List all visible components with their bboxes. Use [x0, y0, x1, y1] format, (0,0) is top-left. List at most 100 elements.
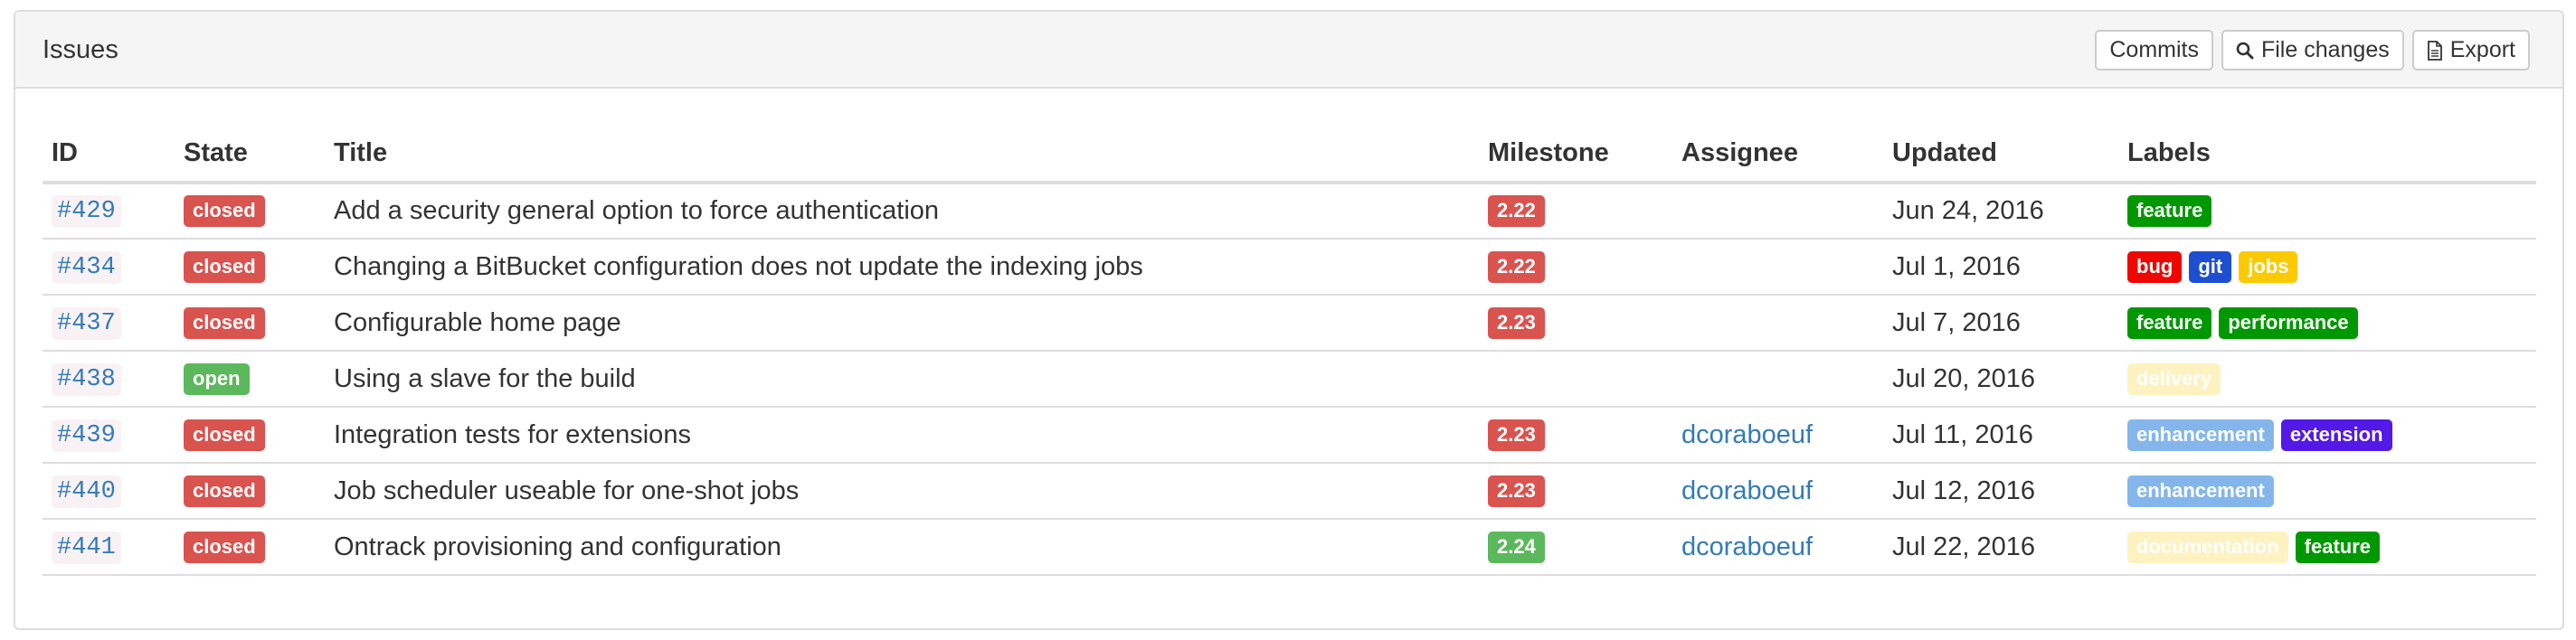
- updated-date: Jul 1, 2016: [1883, 239, 2118, 296]
- issue-label: git: [2189, 250, 2232, 283]
- cell-labels: delivery: [2118, 351, 2536, 408]
- column-header-milestone: Milestone: [1479, 125, 1672, 184]
- cell-assignee: [1672, 351, 1883, 408]
- cell-id: #441: [43, 519, 175, 576]
- table-row: #438 open Using a slave for the build Jul 2…: [43, 351, 2536, 408]
- cell-milestone: 2.23: [1479, 407, 1672, 464]
- issue-label: feature: [2127, 195, 2212, 227]
- commits-button-label: Commits: [2109, 37, 2199, 62]
- assignee-link[interactable]: dcoraboeuf: [1681, 420, 1813, 449]
- state-badge: closed: [184, 475, 265, 507]
- column-header-updated: Updated: [1883, 125, 2118, 184]
- updated-date: Jul 12, 2016: [1883, 463, 2118, 520]
- issues-panel: Issues Commits File changes Export ID St…: [14, 10, 2564, 630]
- cell-labels: enhancement extension: [2118, 407, 2536, 464]
- cell-state: closed: [175, 295, 325, 352]
- milestone-badge: 2.23: [1488, 306, 1545, 339]
- issue-label: delivery: [2127, 362, 2221, 395]
- updated-date: Jul 20, 2016: [1883, 351, 2118, 408]
- export-button[interactable]: Export: [2411, 30, 2530, 71]
- export-button-label: Export: [2449, 37, 2515, 62]
- cell-id: #437: [43, 295, 175, 352]
- state-badge: closed: [184, 531, 265, 563]
- cell-milestone: 2.23: [1479, 463, 1672, 520]
- issue-title: Add a security general option to force a…: [325, 183, 1479, 240]
- cell-assignee: [1672, 239, 1883, 296]
- updated-date: Jul 7, 2016: [1883, 295, 2118, 352]
- issue-id-link[interactable]: #437: [52, 306, 121, 340]
- state-badge: closed: [184, 419, 265, 451]
- issue-title: Ontrack provisioning and configuration: [325, 519, 1479, 576]
- issue-title: Configurable home page: [325, 295, 1479, 352]
- table-row: #429 closed Add a security general option …: [43, 183, 2536, 240]
- issue-id-link[interactable]: #429: [52, 195, 121, 228]
- milestone-badge: 2.23: [1488, 475, 1545, 507]
- document-icon: [2427, 40, 2443, 61]
- issue-title: Changing a BitBucket configuration does …: [325, 239, 1479, 296]
- cell-state: closed: [175, 239, 325, 296]
- cell-assignee: dcoraboeuf: [1672, 463, 1883, 520]
- cell-id: #440: [43, 463, 175, 520]
- panel-heading: Issues Commits File changes Export: [15, 12, 2562, 89]
- milestone-badge: 2.24: [1488, 531, 1545, 563]
- table-header-row: ID State Title Milestone Assignee Update…: [43, 125, 2536, 184]
- issue-label: bug: [2127, 250, 2183, 283]
- issue-label: performance: [2219, 306, 2358, 339]
- issue-label: feature: [2127, 306, 2212, 339]
- cell-id: #439: [43, 407, 175, 464]
- cell-labels: bug git jobs: [2118, 239, 2536, 296]
- milestone-badge: 2.22: [1488, 195, 1545, 227]
- table-row: #441 closed Ontrack provisioning and confi…: [43, 519, 2536, 576]
- milestone-badge: 2.22: [1488, 250, 1545, 283]
- issue-id-link[interactable]: #440: [52, 475, 121, 508]
- assignee-link[interactable]: dcoraboeuf: [1681, 476, 1813, 505]
- file-changes-button-label: File changes: [2260, 37, 2390, 62]
- updated-date: Jul 22, 2016: [1883, 519, 2118, 576]
- cell-milestone: 2.22: [1479, 239, 1672, 296]
- column-header-state: State: [175, 125, 325, 184]
- cell-id: #429: [43, 183, 175, 240]
- column-header-id: ID: [43, 125, 175, 184]
- issue-id-link[interactable]: #441: [52, 531, 121, 564]
- milestone-badge: 2.23: [1488, 419, 1545, 451]
- issue-label: documentation: [2127, 531, 2288, 563]
- cell-milestone: 2.22: [1479, 183, 1672, 240]
- column-header-labels: Labels: [2118, 125, 2536, 184]
- issue-id-link[interactable]: #439: [52, 419, 121, 452]
- updated-date: Jul 11, 2016: [1883, 407, 2118, 464]
- file-changes-button[interactable]: File changes: [2221, 30, 2404, 71]
- cell-id: #438: [43, 351, 175, 408]
- issue-id-link[interactable]: #434: [52, 250, 121, 284]
- issue-id-link[interactable]: #438: [52, 362, 121, 396]
- issues-table-wrap: ID State Title Milestone Assignee Update…: [43, 125, 2536, 576]
- issue-label: feature: [2295, 531, 2381, 563]
- issues-table-body: #429 closed Add a security general option …: [43, 183, 2536, 576]
- toolbar: Commits File changes Export: [2095, 30, 2530, 71]
- issue-title: Integration tests for extensions: [325, 407, 1479, 464]
- cell-labels: documentation feature: [2118, 519, 2536, 576]
- issue-title: Job scheduler useable for one-shot jobs: [325, 463, 1479, 520]
- issues-table: ID State Title Milestone Assignee Update…: [43, 125, 2536, 576]
- cell-id: #434: [43, 239, 175, 296]
- state-badge: closed: [184, 250, 265, 283]
- cell-labels: feature performance: [2118, 295, 2536, 352]
- column-header-title: Title: [325, 125, 1479, 184]
- state-badge: closed: [184, 306, 265, 339]
- cell-assignee: dcoraboeuf: [1672, 519, 1883, 576]
- assignee-link[interactable]: dcoraboeuf: [1681, 532, 1813, 561]
- table-row: #439 closed Integration tests for extensio…: [43, 407, 2536, 464]
- updated-date: Jun 24, 2016: [1883, 183, 2118, 240]
- cell-assignee: [1672, 295, 1883, 352]
- issue-label: enhancement: [2127, 475, 2274, 507]
- cell-milestone: 2.24: [1479, 519, 1672, 576]
- cell-assignee: [1672, 183, 1883, 240]
- table-row: #440 closed Job scheduler useable for one-…: [43, 463, 2536, 520]
- issue-label: extension: [2280, 419, 2392, 451]
- cell-state: closed: [175, 463, 325, 520]
- commits-button[interactable]: Commits: [2095, 30, 2213, 71]
- state-badge: closed: [184, 195, 265, 227]
- cell-state: open: [175, 351, 325, 408]
- cell-state: closed: [175, 519, 325, 576]
- cell-labels: feature: [2118, 183, 2536, 240]
- issue-title: Using a slave for the build: [325, 351, 1479, 408]
